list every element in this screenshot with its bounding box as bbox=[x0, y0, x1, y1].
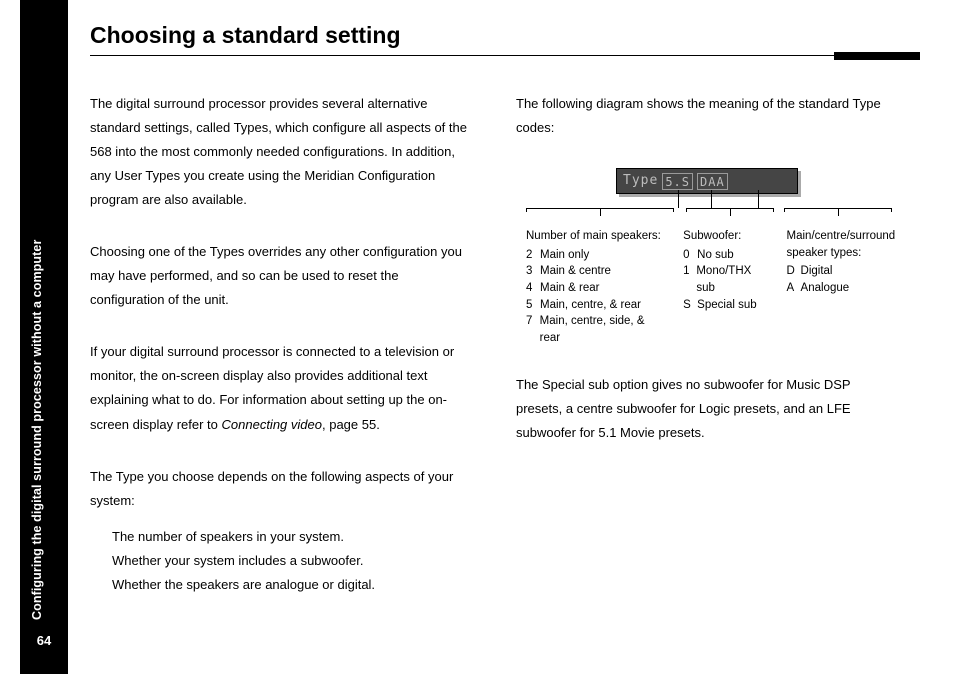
connector-bracket-2 bbox=[686, 208, 774, 209]
column-right: The following diagram shows the meaning … bbox=[516, 92, 896, 597]
legend1-row-3: 4Main & rear bbox=[526, 280, 665, 297]
connector-drop-3 bbox=[758, 190, 759, 208]
column-left: The digital surround processor provides … bbox=[90, 92, 470, 597]
connector-bracket-1 bbox=[526, 208, 674, 209]
connector-drop-1 bbox=[678, 190, 679, 208]
columns: The digital surround processor provides … bbox=[90, 92, 930, 597]
right-closing: The Special sub option gives no subwoofe… bbox=[516, 373, 896, 445]
right-intro: The following diagram shows the meaning … bbox=[516, 92, 896, 140]
connector-bracket-3 bbox=[784, 208, 892, 209]
lcd-panel: Type 5.S DAA bbox=[616, 168, 798, 194]
lcd-box-1: 5.S bbox=[662, 173, 693, 190]
title-rule-heavy bbox=[834, 52, 920, 60]
left-para-2: Choosing one of the Types overrides any … bbox=[90, 240, 470, 312]
legend3-row-1: DDigital bbox=[787, 263, 896, 280]
lcd-diagram: Type 5.S DAA bbox=[516, 168, 836, 234]
title-rule-light bbox=[90, 55, 834, 56]
bullet-2: Whether your system includes a subwoofer… bbox=[112, 549, 470, 573]
left-para-3: If your digital surround processor is co… bbox=[90, 340, 470, 436]
legend1-row-5: 7Main, centre, side, & rear bbox=[526, 313, 665, 346]
left-para-3b: , page 55. bbox=[322, 417, 380, 432]
left-para-1: The digital surround processor provides … bbox=[90, 92, 470, 212]
legend-subwoofer: Subwoofer: 0No sub 1Mono/THX sub SSpecia… bbox=[683, 228, 768, 347]
lcd-box-2: DAA bbox=[697, 173, 728, 190]
title-rule bbox=[90, 55, 920, 60]
legend2-row-2: 1Mono/THX sub bbox=[683, 263, 768, 296]
page-content: Choosing a standard setting The digital … bbox=[90, 22, 930, 597]
legends: Number of main speakers: 2Main only 3Mai… bbox=[526, 228, 896, 347]
left-bullets: The number of speakers in your system. W… bbox=[90, 525, 470, 597]
connector-drop-2 bbox=[711, 190, 712, 208]
legend1-row-2: 3Main & centre bbox=[526, 263, 665, 280]
legend-speakers: Number of main speakers: 2Main only 3Mai… bbox=[526, 228, 665, 347]
legend-speaker-types: Main/centre/surround speaker types: DDig… bbox=[787, 228, 896, 347]
bullet-1: The number of speakers in your system. bbox=[112, 525, 470, 549]
legend1-row-1: 2Main only bbox=[526, 247, 665, 264]
legend3-row-2: AAnalogue bbox=[787, 280, 896, 297]
page-title: Choosing a standard setting bbox=[90, 22, 930, 49]
left-para-4: The Type you choose depends on the follo… bbox=[90, 465, 470, 513]
left-para-3-em: Connecting video bbox=[222, 417, 322, 432]
lcd-prefix: Type bbox=[623, 169, 658, 193]
legend1-row-4: 5Main, centre, & rear bbox=[526, 297, 665, 314]
sidebar-section-label: Configuring the digital surround process… bbox=[30, 240, 44, 620]
bullet-3: Whether the speakers are analogue or dig… bbox=[112, 573, 470, 597]
sidebar-rail: Configuring the digital surround process… bbox=[20, 0, 68, 674]
callout-connectors bbox=[526, 194, 866, 234]
page-number: 64 bbox=[20, 633, 68, 648]
legend2-row-3: SSpecial sub bbox=[683, 297, 768, 314]
legend2-row-1: 0No sub bbox=[683, 247, 768, 264]
lcd-display: Type 5.S DAA bbox=[616, 168, 798, 194]
